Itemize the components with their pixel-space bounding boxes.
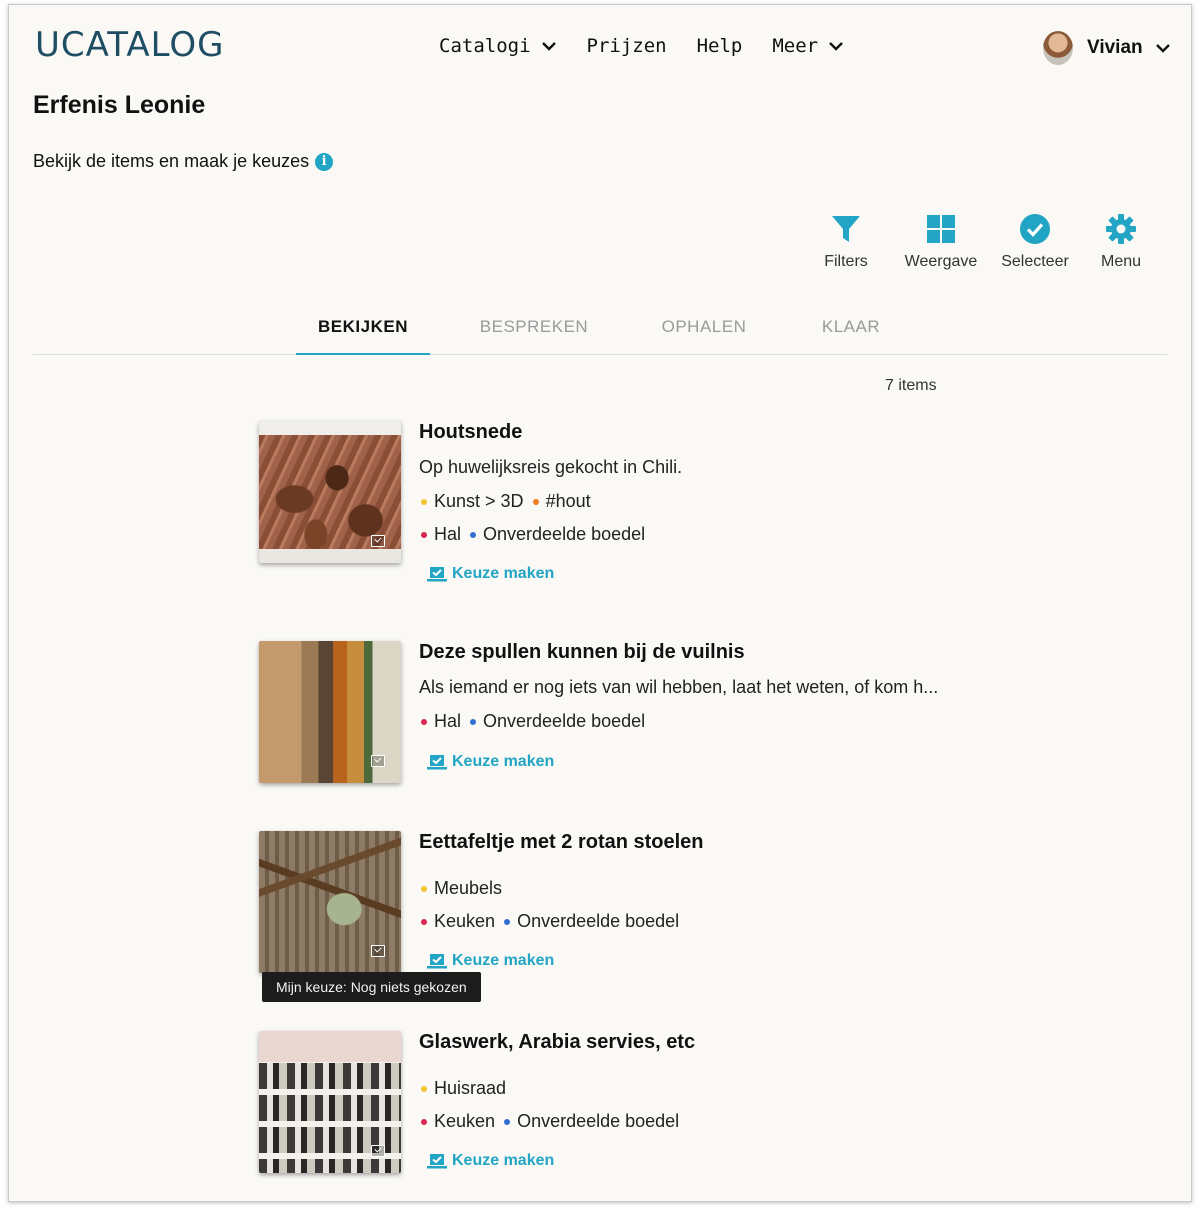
group-dot	[504, 918, 511, 925]
nav-prijzen[interactable]: Prijzen	[587, 35, 667, 57]
chevron-down-icon	[1155, 44, 1170, 53]
item-location: Hal	[434, 711, 462, 731]
category-dot	[421, 498, 427, 505]
item-category: Meubels	[434, 878, 503, 898]
item-tag: #hout	[545, 491, 591, 511]
make-choice-label: Keuze maken	[452, 952, 555, 969]
nav-help-label: Help	[696, 35, 743, 57]
item-description: Als iemand er nog iets van wil hebben, l…	[419, 677, 939, 697]
laptop-check-icon	[427, 1154, 447, 1169]
nav-help[interactable]: Help	[697, 35, 743, 57]
item-location: Keuken	[434, 1111, 496, 1131]
item-group: Onverdeelde boedel	[483, 711, 646, 731]
item-location: Keuken	[434, 911, 496, 931]
subtitle-text: Bekijk de items en maak je keuzes	[33, 151, 310, 171]
item-location-row: Keuken Onverdeelde boedel	[419, 1111, 679, 1132]
app-window: UCATALOG Catalogi Prijzen Help Meer Vivi…	[8, 4, 1192, 1202]
item-category: Huisraad	[434, 1078, 507, 1098]
choice-status-icon	[371, 755, 385, 767]
menu-label: Menu	[1100, 253, 1142, 270]
item-thumbnail[interactable]	[259, 421, 401, 563]
nav-meer-label: Meer	[772, 35, 819, 57]
location-dot	[421, 718, 427, 725]
item-description: Op huwelijksreis gekocht in Chili.	[419, 457, 683, 477]
avatar	[1043, 31, 1073, 65]
grid-icon	[927, 215, 955, 243]
item-location-row: Hal Onverdeelde boedel	[419, 524, 645, 545]
choice-status-icon	[371, 945, 385, 957]
group-dot	[470, 718, 477, 725]
tab-bar: BEKIJKEN BESPREKEN OPHALEN KLAAR	[33, 309, 1167, 355]
group-dot	[504, 1118, 511, 1125]
choice-tooltip: Mijn keuze: Nog niets gekozen	[262, 972, 481, 1002]
nav-catalogi-label: Catalogi	[439, 35, 531, 57]
main-nav: Catalogi Prijzen Help Meer	[439, 35, 874, 57]
gear-icon	[1106, 214, 1136, 244]
category-dot	[421, 885, 427, 892]
laptop-check-icon	[427, 954, 447, 969]
page-title: Erfenis Leonie	[33, 91, 206, 119]
menu-button[interactable]: Menu	[1097, 213, 1145, 271]
make-choice-button[interactable]: Keuze maken	[427, 952, 554, 970]
user-name: Vivian	[1087, 37, 1143, 58]
nav-catalogi[interactable]: Catalogi	[439, 35, 557, 57]
item-thumbnail[interactable]	[259, 831, 401, 973]
make-choice-button[interactable]: Keuze maken	[427, 565, 554, 583]
view-label: Weergave	[904, 253, 978, 270]
laptop-check-icon	[427, 755, 447, 770]
ucatalog-logo[interactable]: UCATALOG	[35, 25, 224, 65]
category-dot	[421, 1085, 427, 1092]
nav-meer[interactable]: Meer	[772, 35, 844, 57]
location-dot	[421, 1118, 427, 1125]
view-button[interactable]: Weergave	[902, 213, 980, 271]
location-dot	[421, 918, 427, 925]
laptop-check-icon	[427, 567, 447, 582]
choice-status-icon	[371, 535, 385, 547]
item-title[interactable]: Houtsnede	[419, 421, 522, 444]
check-circle-icon	[1020, 214, 1050, 244]
make-choice-label: Keuze maken	[452, 1152, 555, 1169]
make-choice-button[interactable]: Keuze maken	[427, 753, 554, 771]
item-group: Onverdeelde boedel	[517, 1111, 680, 1131]
item-title[interactable]: Deze spullen kunnen bij de vuilnis	[419, 641, 745, 664]
tab-bespreken[interactable]: BESPREKEN	[467, 317, 601, 355]
item-title[interactable]: Glaswerk, Arabia servies, etc	[419, 1031, 695, 1054]
chevron-down-icon	[541, 42, 556, 51]
item-category-row: Kunst > 3D #hout	[419, 491, 591, 512]
item-category-row: Meubels	[419, 878, 502, 899]
location-dot	[421, 531, 427, 538]
item-thumbnail[interactable]	[259, 641, 401, 783]
tab-bekijken[interactable]: BEKIJKEN	[296, 317, 430, 355]
filters-button[interactable]: Filters	[821, 213, 871, 271]
page-subtitle: Bekijk de items en maak je keuzes i	[33, 151, 334, 172]
item-location-row: Keuken Onverdeelde boedel	[419, 911, 679, 932]
info-icon[interactable]: i	[315, 152, 334, 171]
choice-status-icon	[371, 1145, 385, 1157]
item-location-row: Hal Onverdeelde boedel	[419, 711, 645, 732]
nav-prijzen-label: Prijzen	[586, 35, 667, 57]
item-group: Onverdeelde boedel	[483, 524, 646, 544]
tab-ophalen[interactable]: OPHALEN	[637, 317, 771, 355]
select-button[interactable]: Selecteer	[999, 213, 1071, 271]
filter-icon	[832, 216, 860, 242]
select-label: Selecteer	[1001, 253, 1069, 270]
chevron-down-icon	[829, 42, 843, 51]
item-location: Hal	[434, 524, 462, 544]
make-choice-button[interactable]: Keuze maken	[427, 1152, 554, 1170]
user-menu[interactable]: Vivian	[1043, 31, 1171, 65]
item-category-row: Huisraad	[419, 1078, 506, 1099]
make-choice-label: Keuze maken	[452, 565, 555, 582]
item-group: Onverdeelde boedel	[517, 911, 680, 931]
item-count: 7 items	[885, 377, 937, 394]
item-thumbnail[interactable]	[259, 1031, 401, 1173]
item-title[interactable]: Eettafeltje met 2 rotan stoelen	[419, 831, 704, 854]
tag-dot	[532, 498, 539, 505]
make-choice-label: Keuze maken	[452, 753, 555, 770]
filters-label: Filters	[824, 253, 868, 270]
item-category: Kunst > 3D	[434, 491, 524, 511]
group-dot	[470, 531, 477, 538]
tab-klaar[interactable]: KLAAR	[793, 317, 909, 355]
